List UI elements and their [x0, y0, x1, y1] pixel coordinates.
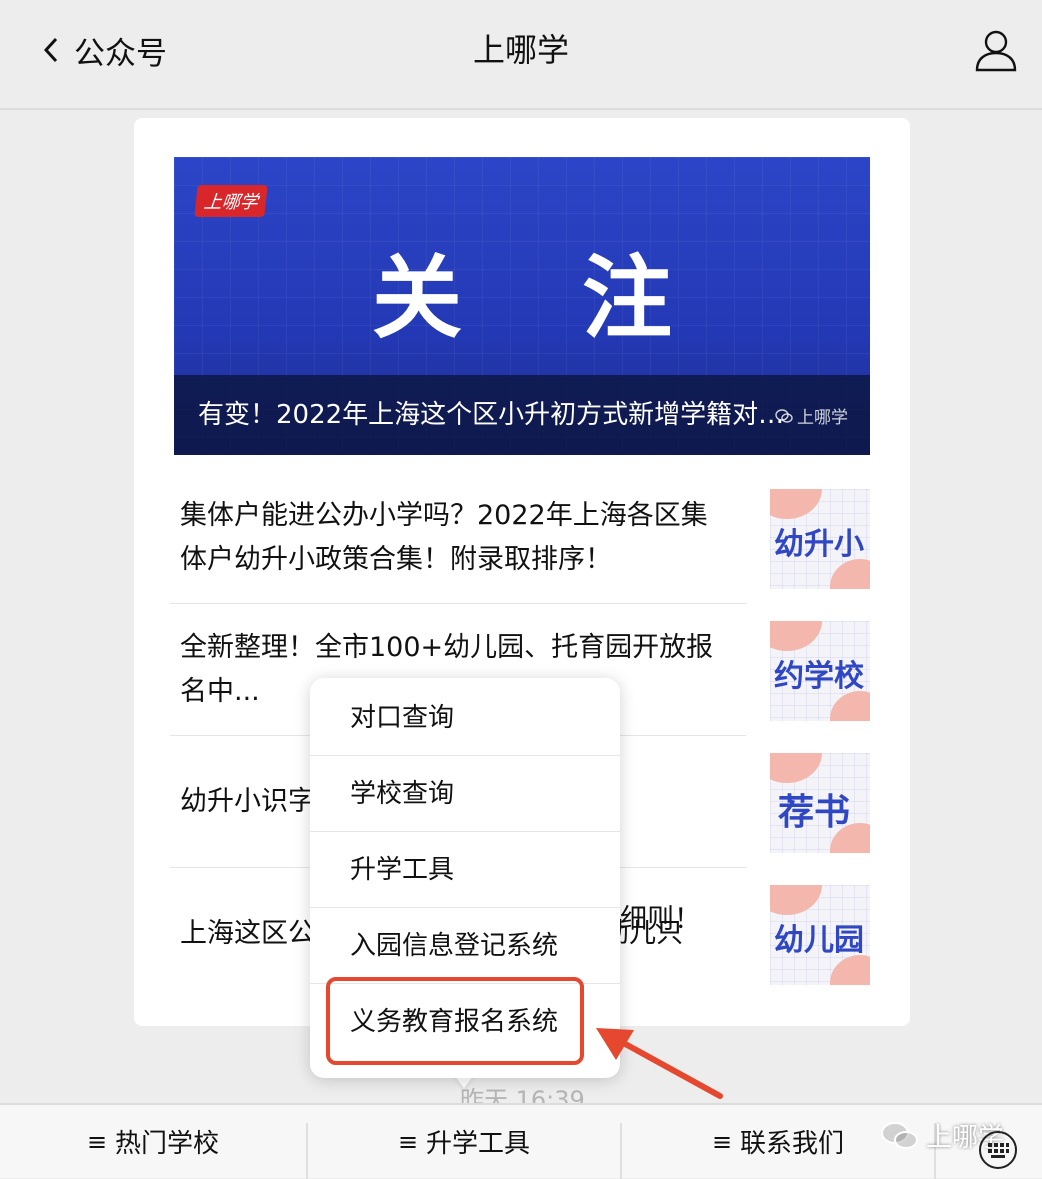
profile-icon[interactable]	[974, 28, 1018, 72]
banner-article[interactable]: 上哪学 关注 有变！2022年上海这个区小升初方式新增学籍对口... 上哪学	[174, 157, 870, 455]
menu-item-tools[interactable]: 升学工具	[310, 832, 620, 908]
highlight-box	[326, 977, 584, 1065]
tab-label: 升学工具	[426, 1129, 531, 1159]
tab-label: 联系我们	[740, 1129, 845, 1159]
banner-caption-text: 有变！2022年上海这个区小升初方式新增学籍对口...	[198, 400, 788, 430]
banner-watermark: 上哪学	[775, 403, 848, 428]
tab-label: 热门学校	[115, 1129, 220, 1159]
article-title-tail: 细则！	[620, 904, 701, 935]
banner-watermark-text: 上哪学	[797, 408, 848, 428]
page-title: 上哪学	[472, 31, 569, 69]
menu-lines-icon: ≡	[711, 1127, 733, 1156]
wechat-icon	[881, 1121, 918, 1149]
tab-hot-schools[interactable]: ≡ 热门学校	[0, 1105, 306, 1178]
tab-tools[interactable]: ≡ 升学工具	[308, 1105, 620, 1178]
menu-lines-icon: ≡	[86, 1127, 108, 1156]
thumbnail-text: 幼升小	[774, 527, 864, 562]
thumbnail-text: 荐书	[778, 792, 851, 833]
article-thumbnail[interactable]: 荐书	[770, 753, 870, 853]
article-thumbnail[interactable]: 幼儿园	[770, 885, 870, 985]
menu-item-kindergarten-registration[interactable]: 入园信息登记系统	[310, 908, 620, 984]
list-item[interactable]: 集体户能进公办小学吗？2022年上海各区集体户幼升小政策合集！附录取排序！	[170, 472, 746, 604]
annotation-arrow-icon	[596, 1028, 723, 1099]
bottom-menu-bar: ≡ 热门学校 ≡ 升学工具 ≡ 联系我们 上哪学	[0, 1103, 1042, 1179]
banner-caption: 有变！2022年上海这个区小升初方式新增学籍对口... 上哪学	[174, 375, 870, 455]
article-thumbnail[interactable]: 幼升小	[770, 489, 870, 589]
banner-badge: 上哪学	[194, 185, 268, 217]
article-title: 集体户能进公办小学吗？2022年上海各区集体户幼升小政策合集！附录取排序！	[180, 500, 708, 575]
menu-item-school-search[interactable]: 学校查询	[310, 756, 620, 832]
wechat-icon	[775, 408, 793, 423]
header-bar: 公众号 上哪学	[0, 0, 1042, 110]
banner-big-text: 关注	[372, 246, 792, 351]
thumbnail-text: 约学校	[774, 659, 864, 694]
menu-item-duikou[interactable]: 对口查询	[310, 680, 620, 756]
thumbnail-text: 幼儿园	[774, 923, 864, 958]
menu-lines-icon: ≡	[397, 1127, 419, 1156]
keyboard-icon[interactable]	[978, 1130, 1018, 1170]
article-thumbnail[interactable]: 约学校	[770, 621, 870, 721]
